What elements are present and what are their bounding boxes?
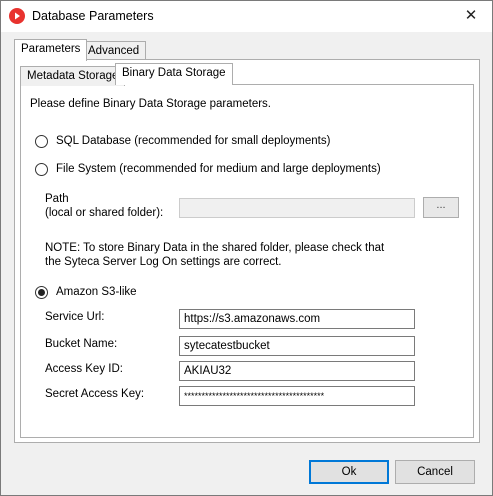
tab-metadata-storage-label: Metadata Storage bbox=[27, 70, 119, 82]
tab-binary-data-storage[interactable]: Binary Data Storage bbox=[115, 63, 233, 85]
access-key-id-label: Access Key ID: bbox=[45, 363, 123, 375]
secret-access-key-label: Secret Access Key: bbox=[45, 388, 145, 400]
radio-sql-database-label[interactable]: SQL Database (recommended for small depl… bbox=[56, 135, 330, 147]
bucket-name-input[interactable]: sytecatestbucket bbox=[179, 336, 415, 356]
radio-file-system-label[interactable]: File System (recommended for medium and … bbox=[56, 163, 381, 175]
path-input[interactable] bbox=[179, 198, 415, 218]
browse-button[interactable]: ... bbox=[423, 197, 459, 218]
ok-button[interactable]: Ok bbox=[309, 460, 389, 484]
path-label: Path bbox=[45, 193, 69, 205]
tab-advanced-label: Advanced bbox=[88, 45, 140, 57]
service-url-label: Service Url: bbox=[45, 311, 105, 323]
access-key-id-input[interactable]: AKIAU32 bbox=[179, 361, 415, 381]
tab-parameters[interactable]: Parameters bbox=[14, 39, 88, 61]
secret-access-key-input[interactable]: **************************************** bbox=[179, 386, 415, 406]
radio-sql-database[interactable] bbox=[35, 135, 48, 148]
radio-file-system[interactable] bbox=[35, 163, 48, 176]
window-title: Database Parameters bbox=[32, 9, 154, 23]
intro-text: Please define Binary Data Storage parame… bbox=[30, 98, 271, 110]
note-line-2: the Syteca Server Log On settings are co… bbox=[45, 256, 282, 268]
title-bar: Database Parameters ✕ bbox=[1, 1, 492, 32]
tab-parameters-label: Parameters bbox=[21, 43, 81, 55]
cancel-button[interactable]: Cancel bbox=[395, 460, 475, 484]
service-url-input[interactable]: https://s3.amazonaws.com bbox=[179, 309, 415, 329]
tab-advanced[interactable]: Advanced bbox=[81, 41, 147, 61]
path-sublabel: (local or shared folder): bbox=[45, 207, 164, 219]
tab-metadata-storage[interactable]: Metadata Storage bbox=[20, 66, 126, 86]
bucket-name-label: Bucket Name: bbox=[45, 338, 118, 350]
tab-binary-data-storage-label: Binary Data Storage bbox=[122, 67, 226, 79]
close-icon[interactable]: ✕ bbox=[457, 5, 485, 27]
radio-amazon-s3[interactable] bbox=[35, 286, 48, 299]
radio-amazon-s3-label[interactable]: Amazon S3-like bbox=[56, 286, 137, 298]
app-logo-icon bbox=[9, 8, 25, 24]
note-line-1: NOTE: To store Binary Data in the shared… bbox=[45, 242, 385, 254]
